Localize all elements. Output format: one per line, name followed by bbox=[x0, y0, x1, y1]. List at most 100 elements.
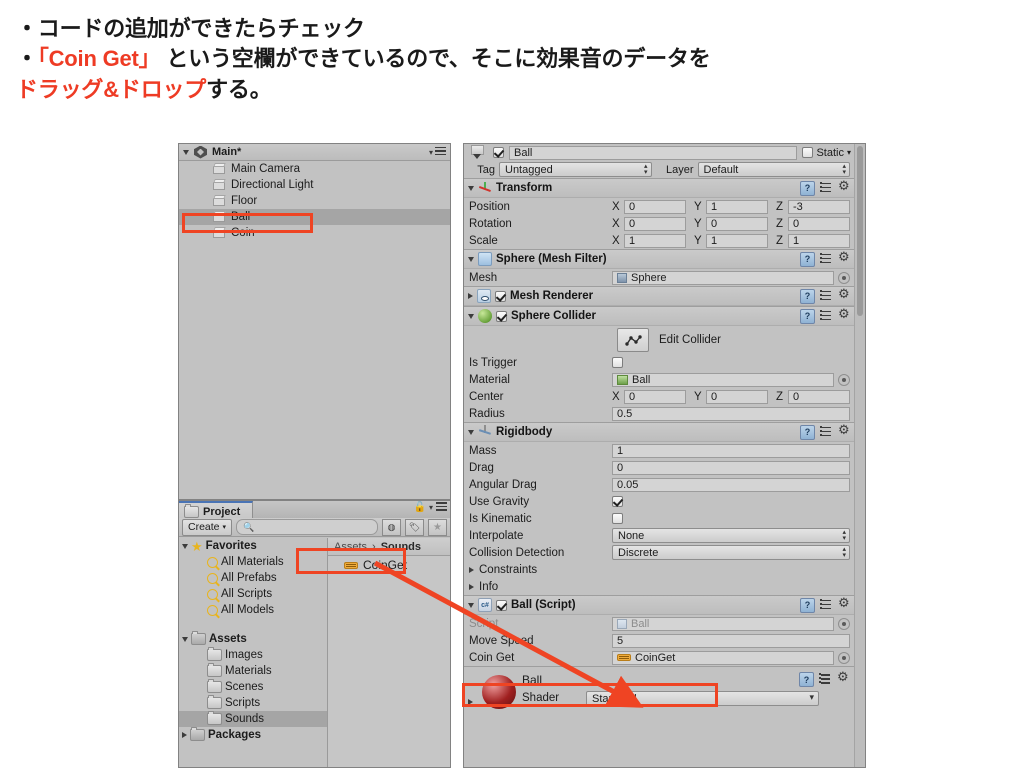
property-dropdown[interactable]: None ▴ ▾ bbox=[612, 528, 850, 543]
preset-icon[interactable] bbox=[820, 252, 833, 266]
script-object-field[interactable]: Ball bbox=[612, 616, 850, 631]
preset-icon[interactable] bbox=[820, 309, 833, 323]
vector-field-z[interactable]: -3 bbox=[788, 199, 850, 214]
lock-icon[interactable]: 🔓 bbox=[414, 502, 426, 513]
project-tree-item-materials[interactable]: Materials bbox=[179, 663, 327, 679]
help-icon[interactable]: ? bbox=[800, 251, 815, 267]
chevron-down-icon[interactable] bbox=[468, 256, 474, 262]
project-tree-item-all-models[interactable]: All Models bbox=[179, 602, 327, 618]
favorite-star-icon[interactable]: ★ bbox=[428, 518, 447, 536]
chevron-down-icon[interactable] bbox=[182, 543, 188, 549]
vector-field-y[interactable]: 0 bbox=[706, 389, 768, 404]
hamburger-icon[interactable] bbox=[436, 502, 447, 513]
property-value-field[interactable]: 0.05 bbox=[612, 477, 850, 492]
chevron-down-icon[interactable] bbox=[468, 313, 474, 319]
component-enabled-checkbox[interactable] bbox=[496, 599, 507, 611]
chevron-right-icon[interactable] bbox=[469, 583, 474, 590]
component-enabled-checkbox[interactable] bbox=[495, 290, 506, 302]
object-name-field[interactable]: Ball bbox=[509, 145, 798, 160]
hierarchy-scene-header[interactable]: Main* ▾ bbox=[179, 144, 450, 161]
vector-field-x[interactable]: 0 bbox=[624, 389, 686, 404]
vector-field-x[interactable]: 0 bbox=[624, 199, 686, 214]
project-tree-item-assets[interactable]: Assets bbox=[179, 631, 327, 647]
project-tree-item-sounds[interactable]: Sounds bbox=[179, 711, 327, 727]
component-header[interactable]: Sphere Collider? bbox=[464, 307, 855, 326]
vector-field-x[interactable]: 1 bbox=[624, 233, 686, 248]
project-tree-item-scripts[interactable]: Scripts bbox=[179, 695, 327, 711]
component-header[interactable]: Sphere (Mesh Filter)? bbox=[464, 250, 855, 269]
object-field-value[interactable]: Sphere bbox=[612, 270, 834, 285]
help-icon[interactable]: ? bbox=[800, 308, 815, 324]
gear-icon[interactable] bbox=[838, 423, 851, 439]
component-header[interactable]: c# Ball (Script)? bbox=[464, 596, 855, 615]
gear-icon[interactable] bbox=[838, 250, 851, 266]
gear-icon[interactable] bbox=[838, 307, 851, 323]
property-checkbox[interactable] bbox=[612, 513, 623, 524]
chevron-down-icon[interactable] bbox=[468, 185, 474, 191]
property-value-field[interactable]: 5 bbox=[612, 633, 850, 648]
object-picker-icon[interactable] bbox=[838, 617, 850, 630]
vector-field-x[interactable]: 0 bbox=[624, 216, 686, 231]
object-picker-icon[interactable] bbox=[838, 271, 850, 284]
chevron-right-icon[interactable] bbox=[182, 732, 187, 738]
object-reference-field[interactable]: Sphere bbox=[612, 270, 850, 285]
object-picker-icon[interactable] bbox=[838, 651, 850, 664]
property-value-field[interactable]: 1 bbox=[612, 443, 850, 458]
preset-icon[interactable] bbox=[820, 289, 833, 303]
project-tree-item-scenes[interactable]: Scenes bbox=[179, 679, 327, 695]
object-field-value[interactable]: CoinGet bbox=[612, 650, 834, 665]
search-input[interactable]: 🔍 bbox=[236, 519, 378, 535]
vector-field-z[interactable]: 0 bbox=[788, 216, 850, 231]
asset-filter-icon[interactable]: ◍ bbox=[382, 518, 401, 536]
property-checkbox[interactable] bbox=[612, 496, 623, 507]
hierarchy-item-main-camera[interactable]: Main Camera bbox=[179, 161, 450, 177]
vector-field-z[interactable]: 0 bbox=[788, 389, 850, 404]
static-checkbox[interactable] bbox=[802, 147, 814, 158]
object-reference-field[interactable]: Ball bbox=[612, 372, 850, 387]
help-icon[interactable]: ? bbox=[799, 672, 814, 687]
preset-icon[interactable] bbox=[819, 673, 832, 686]
gear-icon[interactable] bbox=[838, 596, 851, 612]
edit-collider-button[interactable] bbox=[617, 328, 649, 352]
chevron-down-icon[interactable] bbox=[468, 429, 474, 435]
property-dropdown[interactable]: Discrete ▴ ▾ bbox=[612, 545, 850, 560]
component-header[interactable]: Rigidbody? bbox=[464, 423, 855, 442]
inspector-scrollbar[interactable] bbox=[854, 144, 865, 767]
create-button[interactable]: Create ▾ bbox=[182, 518, 233, 536]
vector-field-z[interactable]: 1 bbox=[788, 233, 850, 248]
chevron-down-icon[interactable] bbox=[182, 636, 188, 642]
tag-dropdown[interactable]: Untagged ▴ ▾ bbox=[499, 162, 652, 177]
component-header[interactable]: Mesh Renderer? bbox=[464, 287, 855, 306]
vector-field-y[interactable]: 1 bbox=[706, 233, 768, 248]
component-header[interactable]: Transform? bbox=[464, 179, 855, 198]
help-icon[interactable]: ? bbox=[800, 424, 815, 440]
gear-icon[interactable] bbox=[837, 670, 850, 686]
layer-dropdown[interactable]: Default ▴ ▾ bbox=[697, 162, 850, 177]
vector-field-y[interactable]: 0 bbox=[706, 216, 768, 231]
object-enabled-checkbox[interactable] bbox=[493, 147, 504, 158]
help-icon[interactable]: ? bbox=[800, 180, 815, 196]
foldout-constraints[interactable]: Constraints bbox=[464, 561, 855, 578]
object-field-value[interactable]: Ball bbox=[612, 372, 834, 387]
hamburger-icon[interactable] bbox=[435, 146, 446, 158]
preset-icon[interactable] bbox=[820, 425, 833, 439]
hierarchy-item-directional-light[interactable]: Directional Light bbox=[179, 177, 450, 193]
vector-field-y[interactable]: 1 bbox=[706, 199, 768, 214]
hierarchy-item-floor[interactable]: Floor bbox=[179, 193, 450, 209]
object-picker-icon[interactable] bbox=[838, 373, 850, 386]
object-reference-field[interactable]: CoinGet bbox=[612, 650, 850, 665]
help-icon[interactable]: ? bbox=[800, 288, 815, 304]
project-tree-item-packages[interactable]: Packages bbox=[179, 727, 327, 743]
chevron-down-icon[interactable] bbox=[183, 149, 189, 155]
chevron-down-icon[interactable] bbox=[468, 602, 474, 608]
preset-icon[interactable] bbox=[820, 181, 833, 195]
project-tree-item-all-scripts[interactable]: All Scripts bbox=[179, 586, 327, 602]
property-value-field[interactable]: 0.5 bbox=[612, 406, 850, 421]
help-icon[interactable]: ? bbox=[800, 597, 815, 613]
script-field-value[interactable]: Ball bbox=[612, 616, 834, 631]
property-value-field[interactable]: 0 bbox=[612, 460, 850, 475]
foldout-info[interactable]: Info bbox=[464, 578, 855, 595]
static-toggle[interactable]: Static ▾ bbox=[802, 147, 851, 159]
component-enabled-checkbox[interactable] bbox=[496, 310, 507, 322]
project-tree-item-images[interactable]: Images bbox=[179, 647, 327, 663]
